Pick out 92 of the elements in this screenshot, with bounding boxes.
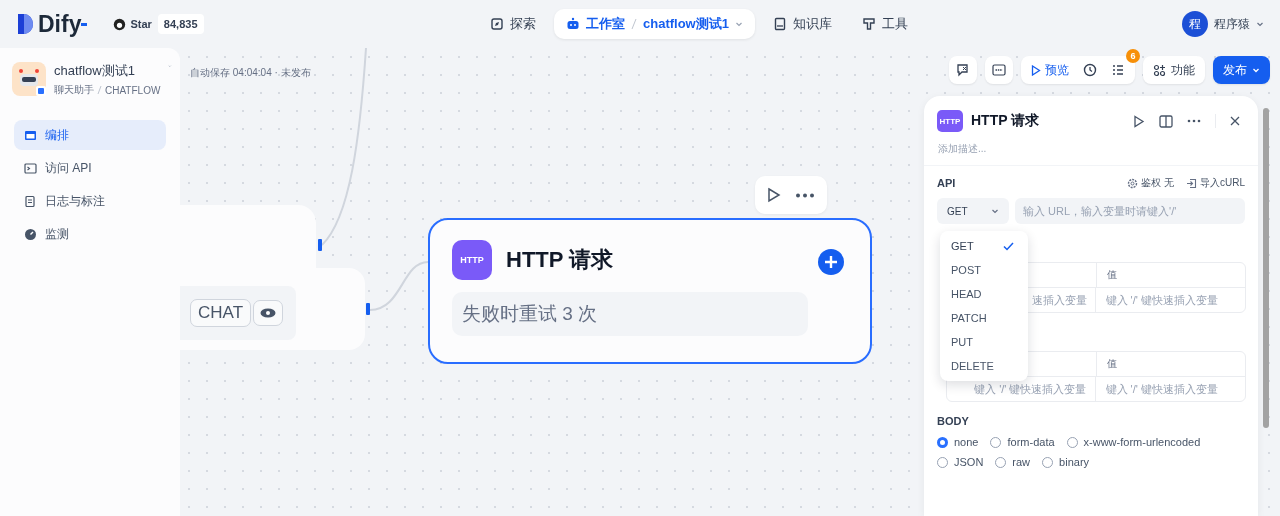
env-icon: [992, 64, 1006, 76]
sidebar-item[interactable]: 监测: [14, 219, 166, 249]
autosave-status: 自动保存 04:04:04 · 未发布: [190, 66, 311, 80]
app-type: 聊天助手: [54, 83, 94, 97]
chevron-down-icon: [1252, 66, 1260, 74]
method-option[interactable]: POST: [940, 258, 1028, 282]
panel-title: HTTP 请求: [971, 112, 1040, 130]
chat-icon: [956, 63, 970, 77]
hammer-icon: [861, 17, 876, 31]
book-open-icon[interactable]: [1159, 114, 1173, 128]
grid-icon: [1153, 63, 1166, 77]
user-name[interactable]: 程序猿: [1214, 15, 1250, 33]
http-badge: HTTP: [452, 240, 492, 280]
slash-separator-icon: [631, 18, 637, 30]
chevron-down-icon: [734, 20, 743, 28]
radio-dot[interactable]: [937, 436, 948, 448]
chevron-down-icon: [991, 207, 999, 215]
body-type-radio[interactable]: binary: [1042, 456, 1090, 468]
sidebar-item[interactable]: 日志与标注: [14, 186, 166, 216]
env-button[interactable]: [985, 56, 1013, 84]
http-badge: HTTP: [937, 110, 963, 132]
table-header: 值: [1095, 352, 1245, 376]
window-icon: [24, 128, 37, 142]
user-avatar[interactable]: 程: [1182, 11, 1208, 37]
github-star-link[interactable]: Star: [113, 17, 152, 31]
play-icon[interactable]: [767, 187, 781, 203]
eye-icon[interactable]: [253, 300, 283, 326]
table-header: 值: [1095, 263, 1245, 287]
nav-tab[interactable]: 工具: [849, 9, 920, 39]
radio-dot[interactable]: [1042, 456, 1054, 468]
body-type-radio[interactable]: raw: [995, 456, 1031, 468]
checklist-icon: [1111, 63, 1125, 77]
more-icon[interactable]: [795, 192, 815, 198]
http-node[interactable]: HTTP HTTP 请求 失败时重试 3 次: [428, 218, 872, 364]
radio-dot[interactable]: [990, 436, 1002, 448]
publish-button[interactable]: 发布: [1213, 56, 1270, 84]
add-node-icon[interactable]: [818, 249, 844, 275]
star-count: 84,835: [157, 14, 204, 34]
chat-tag: CHAT: [190, 299, 251, 327]
compass-icon: [490, 17, 504, 31]
method-option[interactable]: PATCH: [940, 306, 1028, 330]
body-type-radio[interactable]: none: [937, 436, 979, 448]
logo-icon: [16, 12, 34, 36]
body-type-radio[interactable]: x-www-form-urlencoded: [1066, 436, 1201, 448]
gear-icon: [1127, 177, 1139, 189]
node-handle[interactable]: [318, 239, 322, 251]
method-option[interactable]: PUT: [940, 330, 1028, 354]
conversation-variable-button[interactable]: [949, 56, 977, 84]
section-label: BODY: [936, 414, 970, 427]
body-type-radio[interactable]: form-data: [990, 436, 1055, 448]
retry-info: 失败时重试 3 次: [452, 292, 808, 336]
body-type-radio[interactable]: JSON: [937, 456, 984, 468]
url-field[interactable]: 输入 URL，输入变量时请键入'/': [1015, 198, 1245, 224]
import-curl-link[interactable]: 导入cURL: [1186, 176, 1245, 190]
clock-icon: [1083, 63, 1097, 77]
method-select[interactable]: GET: [937, 198, 1009, 224]
nav-tab[interactable]: 探索: [478, 9, 548, 39]
close-icon[interactable]: [1230, 116, 1240, 126]
book-icon: [772, 17, 787, 31]
sidebar-item[interactable]: 编排: [14, 120, 166, 150]
more-icon[interactable]: [1187, 119, 1201, 123]
sidebar-item[interactable]: 访问 API: [14, 153, 166, 183]
robot-icon: [566, 17, 580, 31]
slash-separator-icon: [97, 85, 102, 95]
play-icon[interactable]: [1133, 114, 1145, 128]
nav-tab[interactable]: 知识库: [760, 9, 844, 39]
app-mode: CHATFLOW: [105, 84, 161, 96]
import-icon: [1186, 177, 1197, 189]
terminal-icon: [24, 161, 37, 175]
features-button[interactable]: 功能: [1143, 56, 1205, 84]
preview-button[interactable]: 预览: [1025, 57, 1075, 83]
app-name[interactable]: chatflow测试1: [54, 62, 161, 80]
chevron-down-icon: [1256, 20, 1264, 28]
radio-dot[interactable]: [937, 456, 948, 468]
document-icon: [24, 194, 37, 208]
radio-dot[interactable]: [995, 456, 1007, 468]
method-option[interactable]: HEAD: [940, 282, 1028, 306]
gauge-icon: [24, 227, 37, 241]
check-icon: [1003, 241, 1014, 251]
radio-dot[interactable]: [1066, 436, 1078, 448]
node-title: HTTP 请求: [506, 246, 614, 274]
node-card[interactable]: CHAT: [180, 268, 365, 350]
node-handle[interactable]: [366, 303, 370, 315]
nav-tab[interactable]: 工作室 chatflow测试1: [554, 9, 755, 39]
warning-count-badge: 6: [1126, 49, 1140, 63]
play-icon: [1031, 64, 1041, 76]
method-option[interactable]: GET: [940, 234, 1028, 258]
auth-link[interactable]: 鉴权 无: [1127, 176, 1174, 190]
section-label: API: [937, 177, 956, 189]
method-option[interactable]: DELETE: [940, 354, 1028, 378]
connection-line: [369, 261, 429, 311]
logo[interactable]: Dify: [38, 10, 82, 38]
